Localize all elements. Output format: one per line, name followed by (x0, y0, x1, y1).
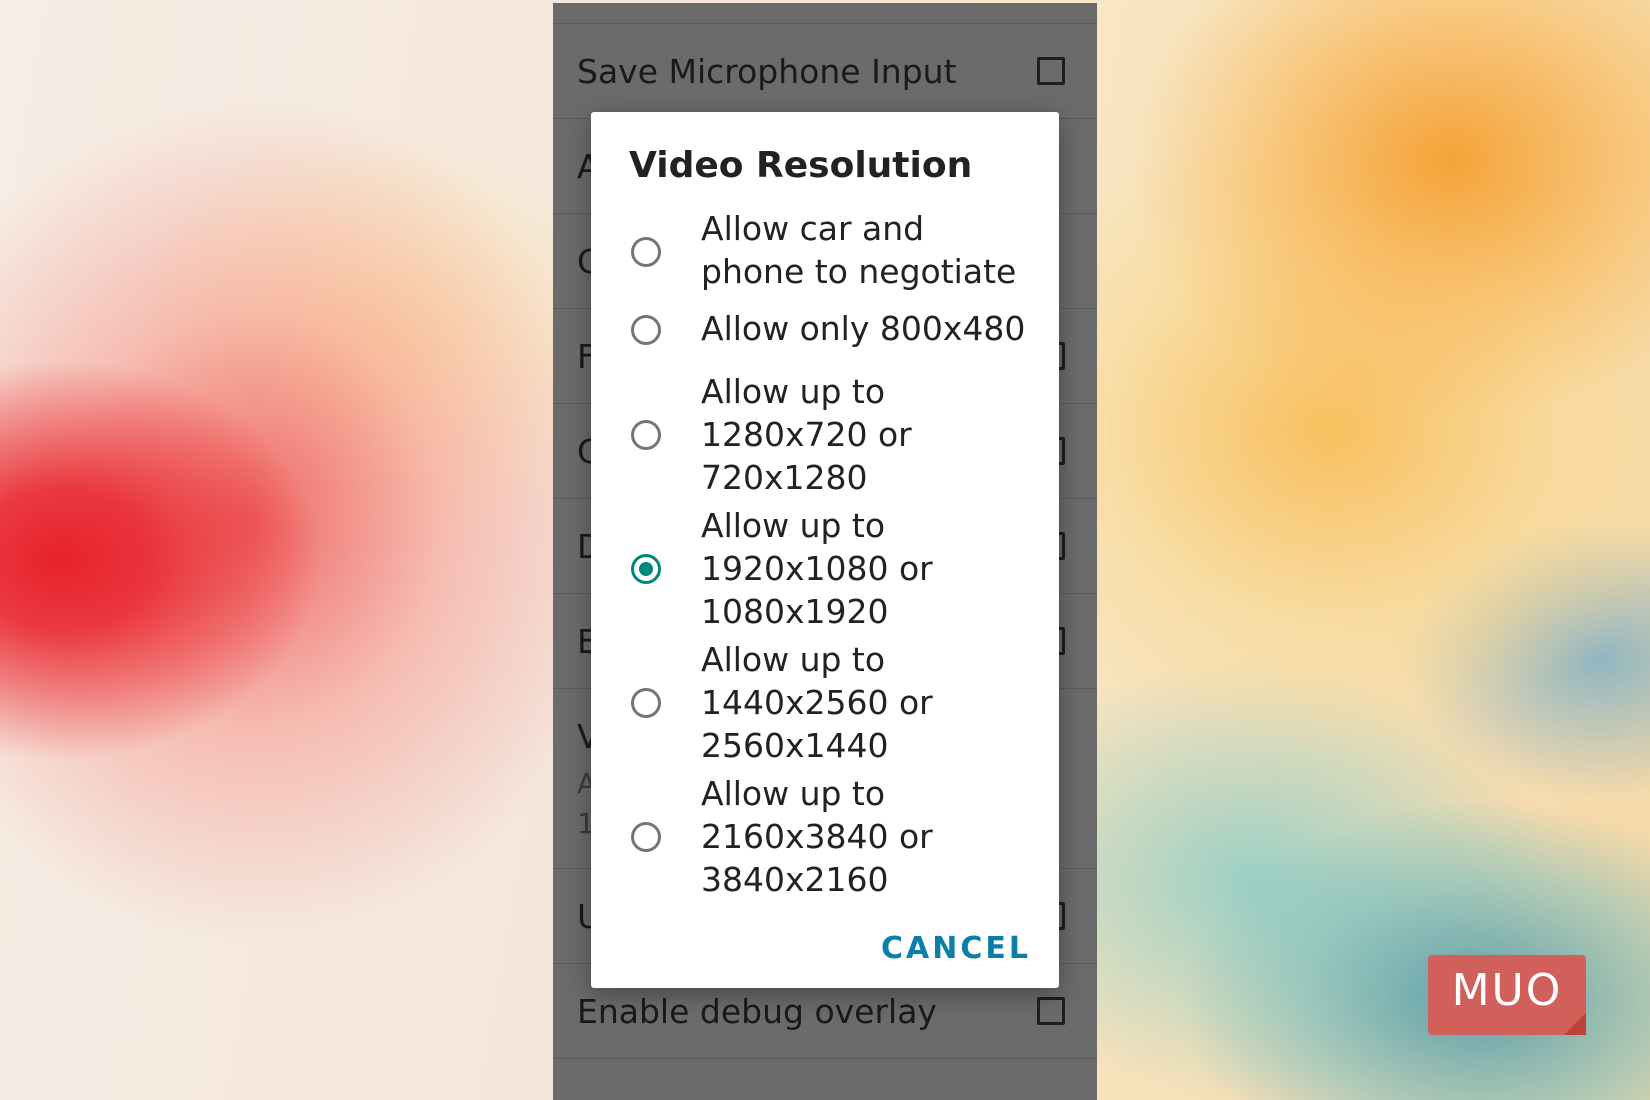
option-label: Allow up to 2160x3840 or 3840x2160 (701, 774, 933, 899)
radio-option-1920x1080[interactable]: Allow up to 1920x1080 or 1080x1920 (591, 504, 1059, 634)
logo-corner (1564, 1013, 1586, 1035)
radio-button[interactable] (631, 237, 661, 267)
radio-option-negotiate[interactable]: Allow car and phone to negotiate (591, 207, 1059, 297)
logo-text: MUO (1451, 965, 1563, 1016)
muo-logo: MUO (1428, 955, 1586, 1035)
setting-label: Enable debug overlay (577, 992, 937, 1031)
video-resolution-dialog: Video Resolution Allow car and phone to … (591, 112, 1059, 988)
option-label: Allow car and phone to negotiate (701, 209, 1017, 291)
radio-button[interactable] (631, 315, 661, 345)
radio-option-800x480[interactable]: Allow only 800x480 (591, 307, 1059, 357)
radio-option-2160x3840[interactable]: Allow up to 2160x3840 or 3840x2160 (591, 772, 1059, 902)
setting-row-save-microphone-input[interactable]: Save Microphone Input (553, 23, 1097, 119)
setting-row[interactable] (553, 1058, 1097, 1100)
radio-option-1440x2560[interactable]: Allow up to 1440x2560 or 2560x1440 (591, 638, 1059, 768)
radio-button[interactable] (631, 688, 661, 718)
radio-button-selected[interactable] (631, 554, 661, 584)
radio-button[interactable] (631, 420, 661, 450)
option-label: Allow up to 1920x1080 or 1080x1920 (701, 506, 933, 631)
checkbox[interactable] (1037, 997, 1065, 1025)
cancel-button[interactable]: CANCEL (881, 931, 1031, 966)
radio-option-1280x720[interactable]: Allow up to 1280x720 or 720x1280 (591, 370, 1059, 500)
checkbox[interactable] (1037, 57, 1065, 85)
option-label: Allow only 800x480 (701, 309, 1026, 348)
setting-label: Save Microphone Input (577, 52, 957, 91)
option-label: Allow up to 1440x2560 or 2560x1440 (701, 640, 933, 765)
radio-button[interactable] (631, 822, 661, 852)
option-label: Allow up to 1280x720 or 720x1280 (701, 372, 912, 497)
dialog-title: Video Resolution (629, 145, 973, 186)
